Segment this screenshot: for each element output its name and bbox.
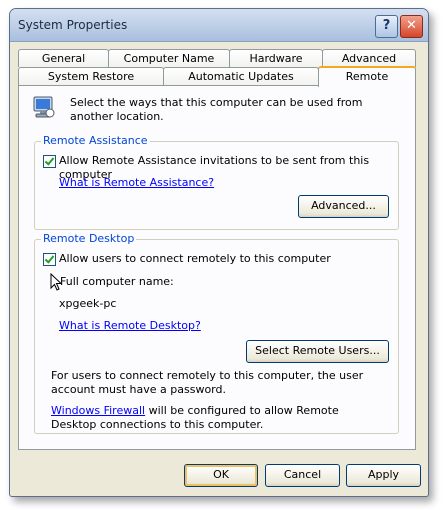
remote-desktop-checkbox[interactable] xyxy=(43,253,56,266)
tab-general[interactable]: General xyxy=(18,49,109,67)
remote-assistance-help-link[interactable]: What is Remote Assistance? xyxy=(59,176,214,189)
ok-button[interactable]: OK xyxy=(184,464,258,487)
tab-advanced[interactable]: Advanced xyxy=(322,49,416,67)
system-properties-window: System Properties ? ✕ General Computer N… xyxy=(9,8,429,497)
select-remote-users-button[interactable]: Select Remote Users... xyxy=(246,340,389,363)
advanced-button[interactable]: Advanced... xyxy=(298,195,389,218)
computer-name-value: xpgeek-pc xyxy=(59,297,117,310)
remote-computer-icon xyxy=(33,96,55,118)
remote-desktop-help-link[interactable]: What is Remote Desktop? xyxy=(59,319,201,332)
apply-button[interactable]: Apply xyxy=(346,464,421,487)
remote-desktop-group: Remote Desktop Allow users to connect re… xyxy=(34,232,399,434)
tab-row-2: System Restore Automatic Updates Remote xyxy=(18,66,416,87)
close-button[interactable]: ✕ xyxy=(400,15,423,38)
tab-computer-name[interactable]: Computer Name xyxy=(108,49,230,67)
remote-desktop-group-label: Remote Desktop xyxy=(41,232,137,245)
remote-assistance-group-label: Remote Assistance xyxy=(41,134,150,147)
remote-assistance-group: Remote Assistance Allow Remote Assistanc… xyxy=(34,134,399,230)
firewall-note: Windows Firewall will be configured to a… xyxy=(51,404,386,432)
tab-automatic-updates[interactable]: Automatic Updates xyxy=(163,67,319,85)
tab-remote[interactable]: Remote xyxy=(318,66,416,87)
windows-firewall-link[interactable]: Windows Firewall xyxy=(51,404,145,417)
intro-text: Select the ways that this computer can b… xyxy=(70,96,363,123)
full-computer-name-label: Full computer name: xyxy=(60,275,174,288)
tab-row-1: General Computer Name Hardware Advanced xyxy=(18,49,416,67)
help-button[interactable]: ? xyxy=(375,15,398,38)
tab-system-restore[interactable]: System Restore xyxy=(18,67,164,85)
title-bar[interactable]: System Properties ? ✕ xyxy=(10,9,428,42)
remote-assistance-checkbox[interactable] xyxy=(43,155,56,168)
remote-desktop-checkbox-label[interactable]: Allow users to connect remotely to this … xyxy=(59,252,331,266)
cancel-button[interactable]: Cancel xyxy=(265,464,340,487)
remote-tab-panel: Select the ways that this computer can b… xyxy=(18,85,416,450)
window-title: System Properties xyxy=(18,18,128,32)
password-note: For users to connect remotely to this co… xyxy=(51,369,364,396)
tab-hardware[interactable]: Hardware xyxy=(229,49,323,67)
